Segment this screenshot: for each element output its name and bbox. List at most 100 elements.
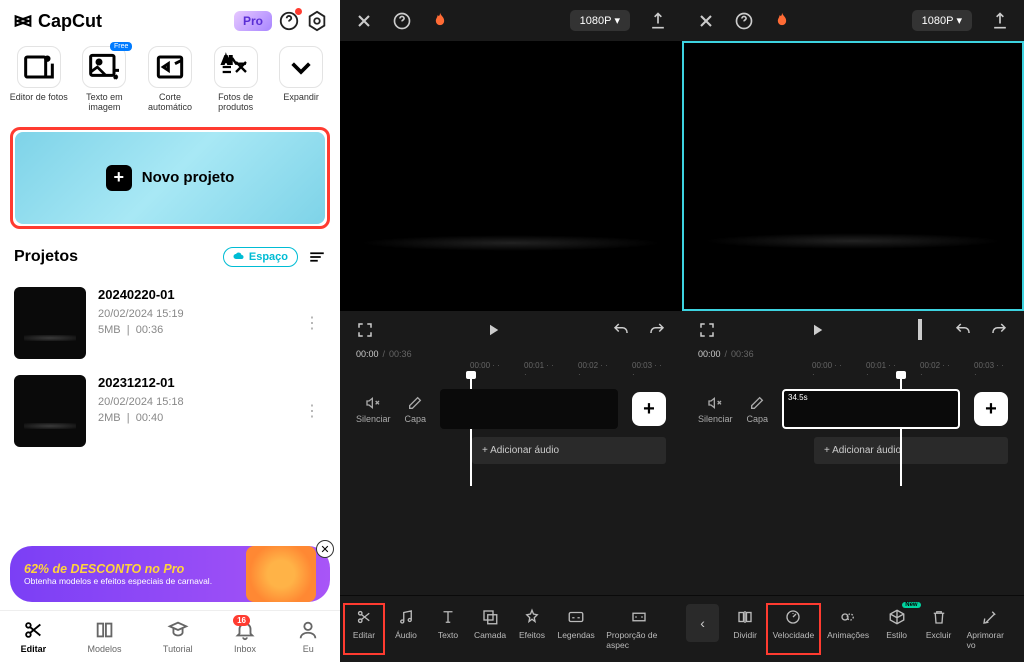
tool-label: Velocidade [773,630,815,640]
nav-tutorial[interactable]: Tutorial [163,619,193,654]
promo-banner[interactable]: 62% de DESCONTO no Pro Obtenha modelos e… [10,546,330,602]
fire-icon[interactable] [430,11,450,31]
fire-icon[interactable] [772,11,792,31]
tool-photo-editor[interactable]: Editor de fotos [9,46,69,113]
play-icon[interactable] [808,321,826,339]
play-icon[interactable] [484,321,502,339]
text-icon [439,608,457,626]
tool-label: Estilo [886,630,907,640]
redo-icon[interactable] [648,321,666,339]
fullscreen-icon[interactable] [698,321,716,339]
mute-button[interactable]: Silenciar [356,395,391,424]
tool-excluir[interactable]: Excluir [919,604,959,654]
tool-texto[interactable]: Texto [428,604,468,654]
tool-aprimorar vo[interactable]: Aprimorar vo [961,604,1020,654]
cover-button[interactable]: Capa [405,395,427,424]
close-icon[interactable] [354,11,374,31]
profile-icon [297,619,319,641]
project-thumbnail [14,287,86,359]
ruler-tick: 00:03 · · · [632,361,666,379]
cloud-icon [233,251,245,263]
pro-badge[interactable]: Pro [234,11,272,31]
bottom-nav: Editar Modelos Tutorial 16 Inbox Eu [0,610,340,662]
tool-animações[interactable]: Animações [822,604,875,654]
ruler-tick: 00:02 · · · [578,361,612,379]
ruler-tick: 00:01 · · · [524,361,558,379]
project-menu-icon[interactable]: ⋮ [298,307,326,339]
tool-efeitos[interactable]: Efeitos [512,604,552,654]
cloud-space-button[interactable]: Espaço [223,247,298,267]
project-menu-icon[interactable]: ⋮ [298,395,326,427]
keyframe-icon[interactable] [918,321,936,339]
tool-estilo[interactable]: New Estilo [877,604,917,654]
edit-icon [749,395,765,411]
help-icon[interactable] [392,11,412,31]
tool-auto-cut[interactable]: Corte automático [140,46,200,113]
projects-header: Projetos Espaço [0,235,340,279]
nav-editar[interactable]: Editar [21,619,47,654]
video-clip[interactable] [440,389,618,429]
timeline[interactable]: Silenciar Capa 34.5s + + Adicionar áudio [682,379,1024,474]
editor-panel-2: 1080P ▾ 00:00/00:36 00:00 · · ·00:01 · ·… [682,0,1024,662]
tool-dividir[interactable]: Dividir [725,604,765,654]
tool-legendas[interactable]: Legendas [554,604,598,654]
clip-duration: 34.5s [788,393,808,402]
video-preview[interactable] [340,41,682,311]
settings-icon[interactable] [306,10,328,32]
app-logo: CapCut [12,10,102,32]
nav-eu[interactable]: Eu [297,619,319,654]
tool-text-image[interactable]: Free Texto em imagem [74,46,134,113]
project-item[interactable]: 20231212-01 20/02/2024 15:18 2MB | 00:40… [0,367,340,455]
project-item[interactable]: 20240220-01 20/02/2024 15:19 5MB | 00:36… [0,279,340,367]
tutorial-icon [167,619,189,641]
add-audio-track[interactable]: + Adicionar áudio [472,437,666,464]
scissors-icon [355,608,373,626]
promo-close-button[interactable]: ✕ [316,540,334,558]
add-audio-track[interactable]: + Adicionar áudio [814,437,1008,464]
close-icon[interactable] [696,11,716,31]
back-button[interactable]: ‹ [686,604,719,642]
resolution-button[interactable]: 1080P ▾ [912,10,972,31]
video-preview-selected[interactable] [682,41,1024,311]
new-project-button[interactable]: + Novo projeto [15,132,325,224]
editor-toolbar: ‹ Dividir Velocidade Animações New Estil… [682,595,1024,662]
home-panel: CapCut Pro Editor de fotos Free Texto em… [0,0,340,662]
export-icon[interactable] [648,11,668,31]
timeline[interactable]: Silenciar Capa + + Adicionar áudio [340,379,682,474]
tool-camada[interactable]: Camada [470,604,510,654]
mute-button[interactable]: Silenciar [698,395,733,424]
help-icon[interactable] [734,11,754,31]
tool-editar[interactable]: Editar [344,604,384,654]
fullscreen-icon[interactable] [356,321,374,339]
project-thumbnail [14,375,86,447]
export-icon[interactable] [990,11,1010,31]
video-clip-selected[interactable]: 34.5s [782,389,960,429]
tool-proporção de aspec[interactable]: Proporção de aspec [600,604,678,654]
nav-label: Editar [21,644,47,654]
redo-icon[interactable] [990,321,1008,339]
text-image-icon [82,46,126,88]
notification-dot [295,8,302,15]
tool-label: Aprimorar vo [967,630,1014,650]
tool-velocidade[interactable]: Velocidade [767,604,820,654]
cover-button[interactable]: Capa [747,395,769,424]
new-project-highlight: + Novo projeto [10,127,330,229]
nav-label: Tutorial [163,644,193,654]
tool-expand[interactable]: Expandir [271,46,331,113]
tool-áudio[interactable]: Áudio [386,604,426,654]
editor-topbar: 1080P ▾ [682,0,1024,41]
sort-icon[interactable] [308,250,326,264]
speed-icon [784,608,802,626]
add-clip-button[interactable]: + [632,392,666,426]
tool-label: Texto em imagem [74,93,134,113]
resolution-button[interactable]: 1080P ▾ [570,10,630,31]
tool-label: Editar [353,630,375,640]
undo-icon[interactable] [954,321,972,339]
mute-icon [707,395,723,411]
nav-inbox[interactable]: 16 Inbox [234,619,256,654]
add-clip-button[interactable]: + [974,392,1008,426]
nav-modelos[interactable]: Modelos [88,619,122,654]
tool-product-photo[interactable]: AI Fotos de produtos [206,46,266,113]
undo-icon[interactable] [612,321,630,339]
help-icon[interactable] [278,10,300,32]
